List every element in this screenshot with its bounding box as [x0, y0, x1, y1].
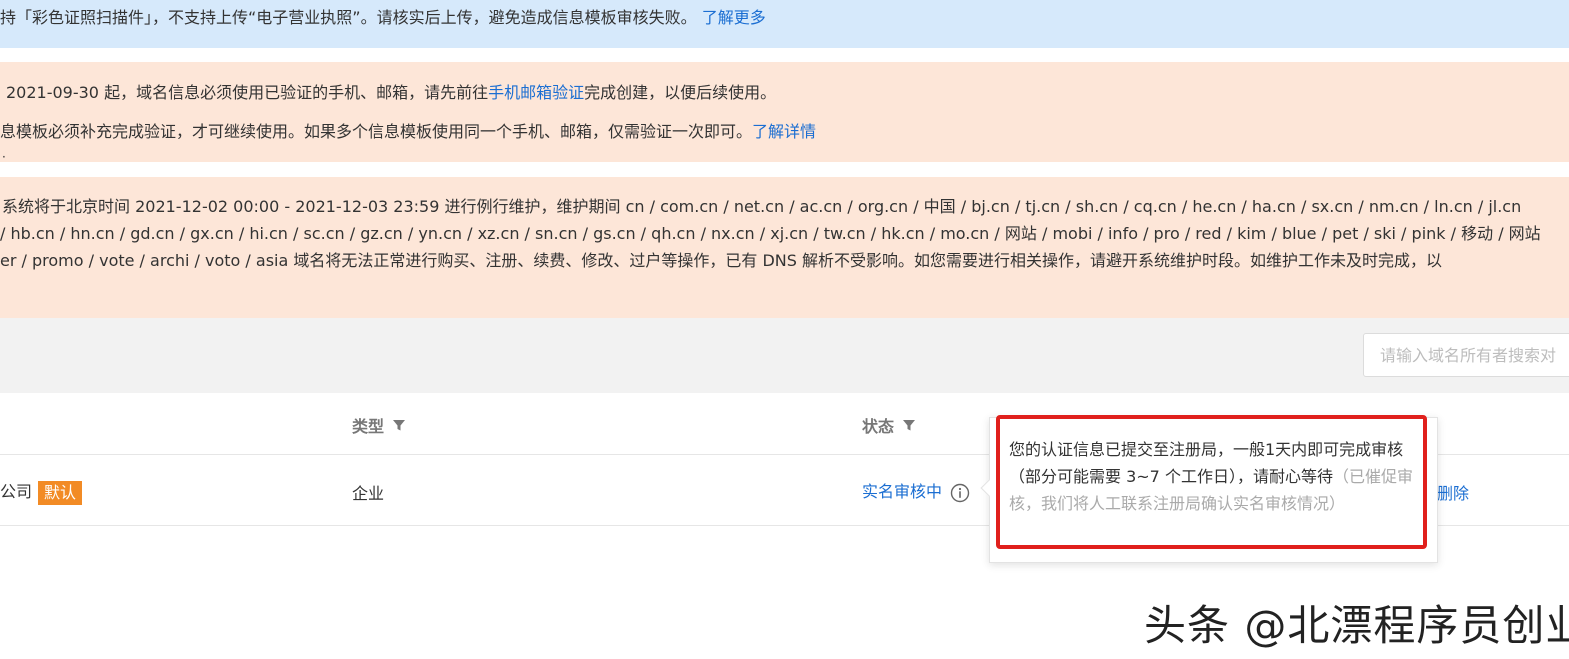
- status-cell: 实名审核中: [862, 478, 970, 503]
- notice-blue-text: 持「彩色证照扫描件」，不支持上传“电子营业执照”。请核实后上传，避免造成信息模板…: [0, 8, 697, 27]
- notice-verify-line-1: 2021-09-30 起，域名信息必须使用已验证的手机、邮箱，请先前往手机邮箱验…: [6, 83, 776, 103]
- filter-icon[interactable]: [902, 418, 916, 432]
- notice-verify-line1-suffix: 完成创建，以便后续使用。: [584, 83, 777, 102]
- owner-search-input[interactable]: [1363, 333, 1569, 377]
- header-status-label: 状态: [862, 417, 895, 436]
- tooltip-text: 您的认证信息已提交至注册局，一般1天内即可完成审核（部分可能需要 3~7 个工作…: [1009, 436, 1419, 517]
- info-icon[interactable]: [950, 483, 970, 503]
- owner-name: 公司: [0, 482, 33, 501]
- action-cell: 删除: [1437, 480, 1469, 504]
- notice-blue-line: 持「彩色证照扫描件」，不支持上传“电子营业执照”。请核实后上传，避免造成信息模板…: [0, 8, 766, 28]
- learn-details-link[interactable]: 了解详情: [752, 122, 816, 141]
- default-badge: 默认: [38, 480, 83, 505]
- owner-cell: 公司 默认: [0, 478, 83, 505]
- learn-more-link[interactable]: 了解更多: [702, 8, 766, 27]
- header-type: 类型: [352, 413, 406, 437]
- verify-phone-email-link[interactable]: 手机邮箱验证: [488, 83, 584, 102]
- notice-verify-line2-text: 息模板必须补充完成验证，才可继续使用。如果多个信息模板使用同一个手机、邮箱，仅需…: [0, 122, 753, 141]
- header-type-label: 类型: [352, 417, 385, 436]
- watermark: 头条 @北漂程序员创业: [1144, 601, 1569, 650]
- header-status: 状态: [862, 413, 916, 437]
- status-link[interactable]: 实名审核中: [862, 482, 942, 501]
- bullet-dot: ·: [2, 150, 6, 162]
- notice-verify-line-2: 息模板必须补充完成验证，才可继续使用。如果多个信息模板使用同一个手机、邮箱，仅需…: [0, 122, 816, 142]
- notice-maintenance-line-3: er / promo / vote / archi / voto / asia …: [0, 251, 1442, 270]
- notice-maintenance-line-1: 系统将于北京时间 2021-12-02 00:00 - 2021-12-03 2…: [2, 197, 1522, 216]
- domain-info-template-page: 持「彩色证照扫描件」，不支持上传“电子营业执照”。请核实后上传，避免造成信息模板…: [0, 0, 1569, 659]
- notice-verify-line1-prefix: 2021-09-30 起，域名信息必须使用已验证的手机、邮箱，请先前往: [6, 83, 489, 102]
- notice-maintenance: 系统将于北京时间 2021-12-02 00:00 - 2021-12-03 2…: [0, 177, 1569, 318]
- delete-link[interactable]: 删除: [1437, 484, 1469, 503]
- type-cell: 企业: [352, 484, 385, 503]
- notice-maintenance-line-2: / hb.cn / hn.cn / gd.cn / gx.cn / hi.cn …: [0, 224, 1541, 243]
- filter-icon[interactable]: [392, 418, 406, 432]
- notice-blue: 持「彩色证照扫描件」，不支持上传“电子营业执照”。请核实后上传，避免造成信息模板…: [0, 0, 1569, 48]
- notice-verify: 2021-09-30 起，域名信息必须使用已验证的手机、邮箱，请先前往手机邮箱验…: [0, 62, 1569, 162]
- toolbar: [0, 318, 1569, 393]
